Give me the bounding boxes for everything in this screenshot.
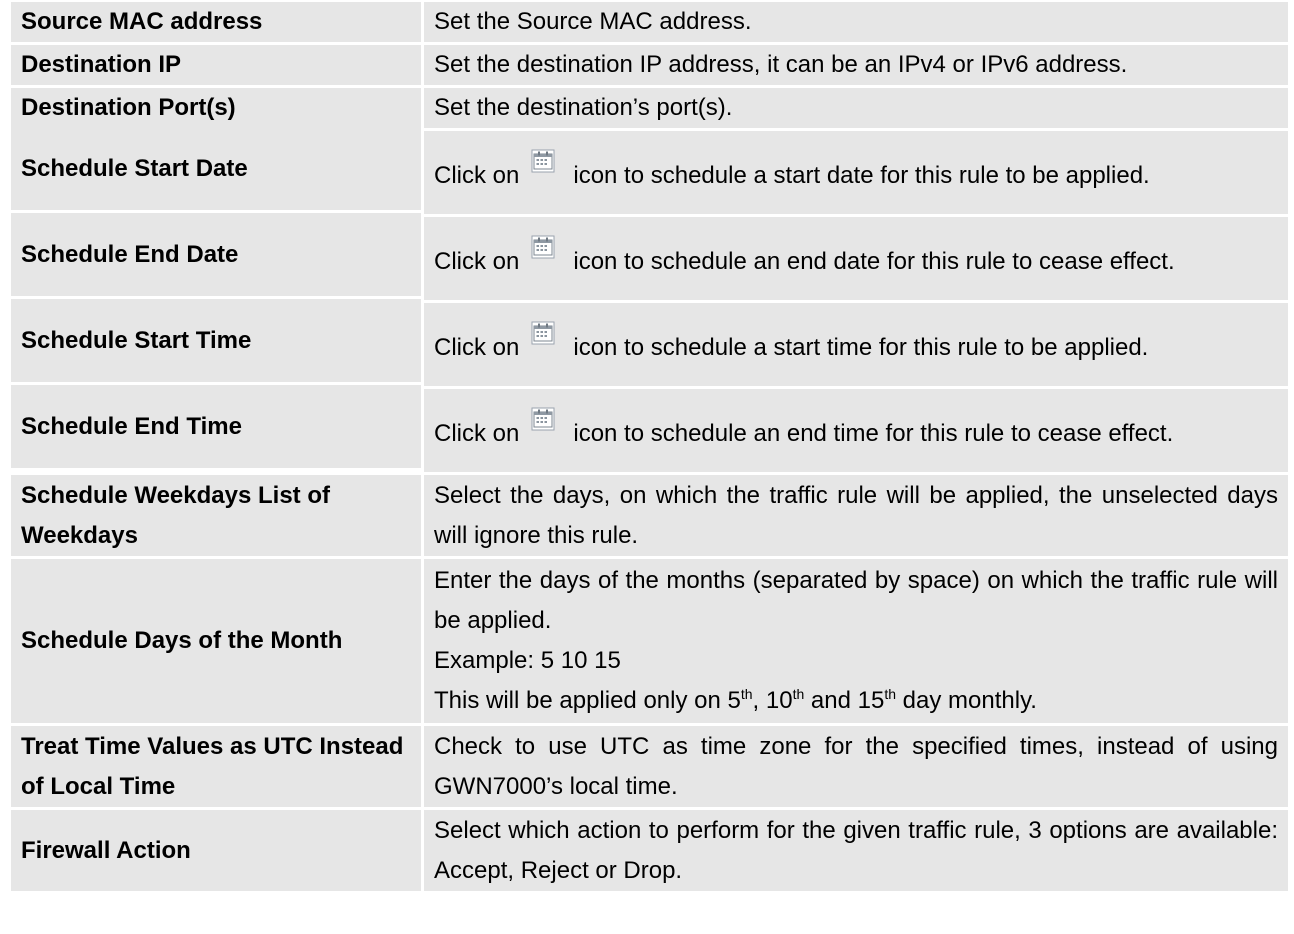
table-row: Schedule End Time Click on icon to sched… [11, 385, 1288, 472]
table-row: Schedule Start Time Click on icon to sch… [11, 299, 1288, 386]
click-on-text: Click on [434, 420, 520, 447]
row-label: Schedule Start Date [11, 127, 421, 210]
row-description: Select which action to perform for the g… [424, 810, 1288, 891]
click-on-text: Click on [434, 334, 520, 361]
days-of-month-example: Example: 5 10 15 [434, 647, 621, 674]
row-description-text: icon to schedule a start date for this r… [573, 162, 1150, 189]
table-row: Destination IP Set the destination IP ad… [11, 45, 1288, 85]
calendar-icon[interactable] [531, 407, 555, 431]
row-description-text: icon to schedule an end date for this ru… [573, 248, 1175, 275]
row-label: Schedule Start Time [11, 299, 421, 382]
row-description-text: icon to schedule a start time for this r… [573, 334, 1149, 361]
table-row: Firewall Action Select which action to p… [11, 810, 1288, 891]
row-label: Destination IP [11, 45, 421, 85]
row-label: Schedule Weekdays List of Weekdays [11, 475, 421, 556]
calendar-icon[interactable] [531, 235, 555, 259]
days-of-month-instruction: Enter the days of the months (separated … [434, 567, 1278, 634]
row-description: Set the destination IP address, it can b… [424, 45, 1288, 85]
table-row: Source MAC address Set the Source MAC ad… [11, 2, 1288, 42]
row-description: Click on icon to schedule a start time f… [424, 303, 1288, 386]
days-of-month-note: This will be applied only on 5th, 10th a… [434, 686, 1037, 714]
row-description: Enter the days of the months (separated … [424, 559, 1288, 723]
row-description: Click on icon to schedule a start date f… [424, 131, 1288, 214]
row-description: Click on icon to schedule an end time fo… [424, 389, 1288, 472]
row-label: Schedule Days of the Month [11, 559, 421, 723]
table-row: Destination Port(s) Set the destination’… [11, 88, 1288, 128]
row-description: Set the destination’s port(s). [424, 88, 1288, 128]
table-row: Treat Time Values as UTC Instead of Loca… [11, 726, 1288, 807]
calendar-icon[interactable] [531, 321, 555, 345]
row-description: Click on icon to schedule an end date fo… [424, 217, 1288, 300]
row-description: Select the days, on which the traffic ru… [424, 475, 1288, 556]
row-label: Source MAC address [11, 2, 421, 42]
row-label: Treat Time Values as UTC Instead of Loca… [11, 726, 421, 807]
row-label: Firewall Action [11, 810, 421, 891]
row-label: Schedule End Date [11, 213, 421, 296]
table-row: Schedule End Date Click on icon to sched… [11, 213, 1288, 300]
row-description-text: icon to schedule an end time for this ru… [573, 420, 1174, 447]
row-description: Check to use UTC as time zone for the sp… [424, 726, 1288, 807]
table-row: Schedule Start Date Click on icon to sch… [11, 127, 1288, 214]
click-on-text: Click on [434, 162, 520, 189]
table-row: Schedule Days of the Month Enter the day… [11, 559, 1288, 723]
row-label: Schedule End Time [11, 385, 421, 468]
row-label: Destination Port(s) [11, 88, 421, 128]
calendar-icon[interactable] [531, 149, 555, 173]
row-description: Set the Source MAC address. [424, 2, 1288, 42]
click-on-text: Click on [434, 248, 520, 275]
firewall-rule-options-table: Source MAC address Set the Source MAC ad… [8, 0, 1291, 894]
table-row: Schedule Weekdays List of Weekdays Selec… [11, 475, 1288, 556]
